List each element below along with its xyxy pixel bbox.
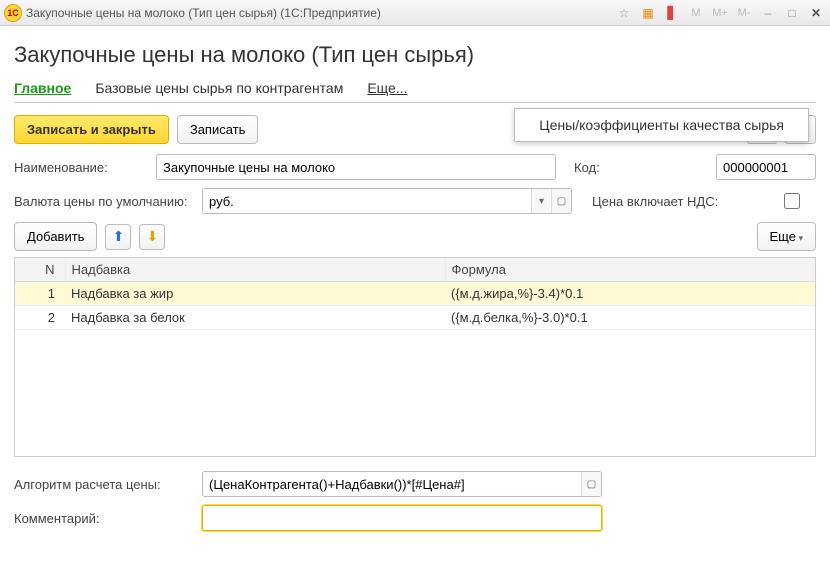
currency-combo[interactable]: ▾ ▢ — [202, 188, 572, 214]
algo-label: Алгоритм расчета цены: — [14, 477, 194, 492]
tab-base-prices[interactable]: Базовые цены сырья по контрагентам — [95, 80, 343, 96]
comment-input[interactable] — [202, 505, 602, 531]
more-dropdown: Цены/коэффициенты качества сырья — [514, 108, 809, 142]
cell-formula: ({м.д.жира,%}-3.4)*0.1 — [445, 282, 815, 306]
cell-n: 2 — [15, 306, 65, 330]
calendar-icon[interactable]: ▋ — [662, 4, 682, 22]
currency-label: Валюта цены по умолчанию: — [14, 194, 194, 209]
move-up-button[interactable]: ⬆ — [105, 224, 131, 250]
col-header-markup[interactable]: Надбавка — [65, 258, 445, 282]
name-input[interactable] — [156, 154, 556, 180]
col-header-n[interactable]: N — [15, 258, 65, 282]
app-icon: 1C — [4, 4, 22, 22]
algo-input[interactable] — [203, 472, 581, 496]
vat-label: Цена включает НДС: — [592, 194, 772, 209]
nav-tabs: Главное Базовые цены сырья по контрагент… — [14, 80, 816, 103]
tab-more[interactable]: Еще... — [367, 80, 407, 96]
algo-open-icon[interactable]: ▢ — [581, 472, 601, 496]
maximize-icon[interactable]: □ — [782, 4, 802, 22]
name-label: Наименование: — [14, 160, 148, 175]
grid-toolbar: Добавить ⬆ ⬇ Еще — [14, 222, 816, 251]
vat-checkbox[interactable] — [784, 193, 800, 209]
favorite-icon[interactable]: ☆ — [614, 4, 634, 22]
move-down-button[interactable]: ⬇ — [139, 224, 165, 250]
tab-main[interactable]: Главное — [14, 80, 71, 96]
mem-mminus-button[interactable]: M- — [734, 4, 754, 22]
titlebar: 1C Закупочные цены на молоко (Тип цен сы… — [0, 0, 830, 26]
save-close-button[interactable]: Записать и закрыть — [14, 115, 169, 144]
add-button[interactable]: Добавить — [14, 222, 97, 251]
cell-markup: Надбавка за белок — [65, 306, 445, 330]
code-label: Код: — [574, 160, 708, 175]
currency-input[interactable] — [203, 189, 531, 213]
close-icon[interactable]: ✕ — [806, 4, 826, 22]
code-input[interactable] — [716, 154, 816, 180]
cell-formula: ({м.д.белка,%}-3.0)*0.1 — [445, 306, 815, 330]
minimize-icon[interactable]: ‒ — [758, 4, 778, 22]
table-row[interactable]: 2Надбавка за белок({м.д.белка,%}-3.0)*0.… — [15, 306, 815, 330]
comment-label: Комментарий: — [14, 511, 194, 526]
page-title: Закупочные цены на молоко (Тип цен сырья… — [14, 42, 816, 68]
grid-more-button[interactable]: Еще — [757, 222, 816, 251]
table-row[interactable]: 1Надбавка за жир({м.д.жира,%}-3.4)*0.1 — [15, 282, 815, 306]
save-button[interactable]: Записать — [177, 115, 259, 144]
currency-dropdown-icon[interactable]: ▾ — [531, 189, 551, 213]
algo-combo[interactable]: ▢ — [202, 471, 602, 497]
cell-n: 1 — [15, 282, 65, 306]
cell-markup: Надбавка за жир — [65, 282, 445, 306]
markup-grid[interactable]: N Надбавка Формула 1Надбавка за жир({м.д… — [14, 257, 816, 457]
mem-m-button[interactable]: M — [686, 4, 706, 22]
window-title: Закупочные цены на молоко (Тип цен сырья… — [26, 6, 610, 20]
col-header-formula[interactable]: Формула — [445, 258, 815, 282]
mem-mplus-button[interactable]: M+ — [710, 4, 730, 22]
dropdown-item-quality[interactable]: Цены/коэффициенты качества сырья — [539, 117, 784, 133]
currency-open-icon[interactable]: ▢ — [551, 189, 571, 213]
calc-icon[interactable]: ▦ — [638, 4, 658, 22]
